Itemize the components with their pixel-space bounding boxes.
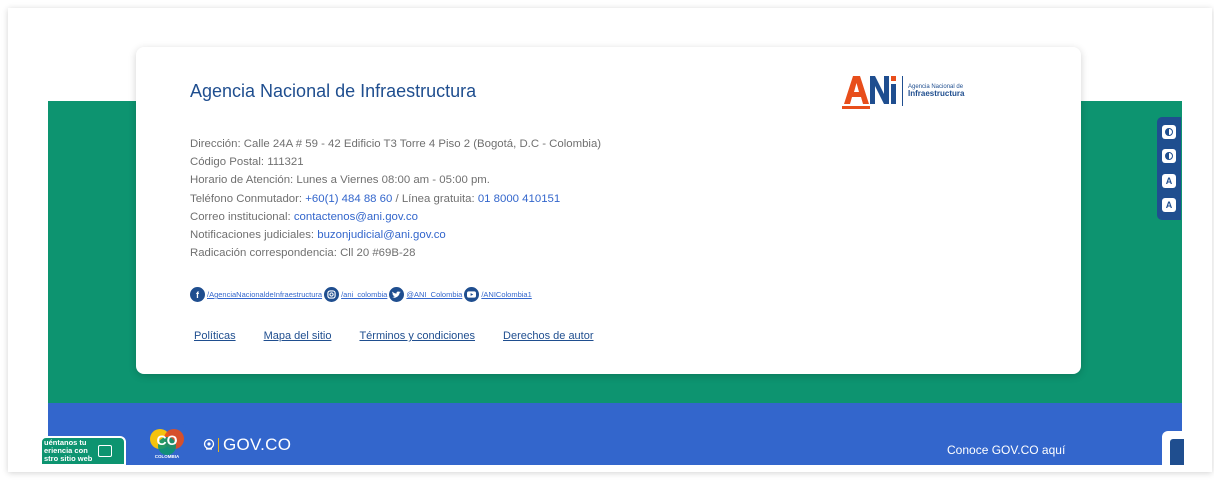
logo-wordmark: Agencia Nacional de Infraestructura — [908, 84, 964, 98]
free-line-label: / Línea gratuita: — [392, 192, 478, 205]
youtube-icon — [464, 287, 480, 302]
free-line-link[interactable]: 01 8000 410151 — [478, 193, 560, 205]
contrast-toggle-button[interactable] — [1162, 125, 1176, 140]
contrast-icon — [1165, 128, 1173, 137]
email-label: Correo institucional: — [190, 210, 294, 223]
accessibility-toolbar: A A — [1157, 117, 1181, 220]
govco-logo[interactable]: GOV.CO — [203, 435, 291, 455]
govco-separator — [218, 438, 219, 452]
govco-shield-icon — [203, 438, 215, 450]
feedback-widget[interactable]: uéntanos tu eriencia con stro sitio web — [40, 436, 126, 466]
facebook-handle: /AgenciaNacionaldeInfraestructura — [207, 290, 323, 299]
feedback-form-icon — [98, 445, 113, 457]
facebook-icon: f — [190, 287, 205, 302]
font-decrease-icon: A — [1165, 175, 1173, 186]
policies-link[interactable]: Políticas — [194, 330, 236, 342]
email-link[interactable]: contactenos@ani.gov.co — [294, 211, 418, 223]
instagram-icon — [324, 287, 340, 302]
logo-divider — [902, 76, 903, 106]
office-hours-text: Horario de Atención: Lunes a Viernes 08:… — [190, 174, 490, 187]
page: Agencia Nacional de Infraestructura Agen… — [0, 0, 1214, 499]
logo-line-2: Infraestructura — [908, 89, 965, 98]
youtube-link[interactable]: /ANIColombia1 — [464, 287, 532, 302]
legal-links: Políticas Mapa del sitio Términos y cond… — [194, 330, 622, 342]
terms-link[interactable]: Términos y condiciones — [359, 330, 475, 342]
card-title: Agencia Nacional de Infraestructura — [190, 81, 477, 101]
twitter-handle: @ANI_Colombia — [406, 290, 463, 299]
co-logo-subtitle: COLOMBIA — [155, 454, 180, 459]
facebook-link[interactable]: f /AgenciaNacionaldeInfraestructura — [190, 287, 322, 302]
font-increase-button[interactable]: A — [1162, 197, 1176, 212]
contact-info: Dirección: Calle 24A # 59 - 42 Edificio … — [190, 135, 601, 262]
instagram-handle: /ani_colombia — [341, 290, 388, 299]
contrast-alt-icon — [1165, 152, 1173, 161]
colombia-co-logo[interactable]: CO COLOMBIA — [148, 424, 186, 462]
ani-logo-mark — [842, 76, 896, 109]
instagram-link[interactable]: /ani_colombia — [324, 287, 387, 302]
sitemap-link[interactable]: Mapa del sitio — [264, 330, 332, 342]
govco-wordmark: GOV.CO — [223, 435, 292, 454]
social-links: f /AgenciaNacionaldeInfraestructura /ani… — [190, 287, 534, 302]
font-increase-icon: A — [1165, 199, 1173, 210]
phone-row: Teléfono Conmutador: +60(1) 484 88 60 / … — [190, 190, 601, 208]
phone-label: Teléfono Conmutador: — [190, 192, 306, 205]
side-expand-icon — [1170, 439, 1184, 465]
judicial-row: Notificaciones judiciales: buzonjudicial… — [190, 226, 601, 244]
judicial-label: Notificaciones judiciales: — [190, 229, 318, 242]
email-row: Correo institucional: contactenos@ani.go… — [190, 208, 601, 226]
ani-logo[interactable]: Agencia Nacional de Infraestructura — [842, 72, 964, 110]
correspondence-text: Radicación correspondencia: Cll 20 #69B-… — [190, 247, 416, 260]
phone-link[interactable]: +60(1) 484 88 60 — [305, 193, 392, 205]
contact-card: Agencia Nacional de Infraestructura Agen… — [136, 47, 1081, 374]
youtube-handle: /ANIColombia1 — [481, 290, 532, 299]
font-decrease-button[interactable]: A — [1162, 173, 1176, 188]
twitter-icon — [389, 287, 405, 302]
co-logo-text: CO — [157, 432, 178, 448]
postal-code-text: Código Postal: 111321 — [190, 156, 304, 169]
conoce-govco-link[interactable]: Conoce GOV.CO aquí — [947, 443, 1065, 457]
copyright-link[interactable]: Derechos de autor — [503, 330, 594, 342]
judicial-email-link[interactable]: buzonjudicial@ani.gov.co — [317, 229, 446, 241]
address-text: Dirección: Calle 24A # 59 - 42 Edificio … — [190, 138, 602, 150]
feedback-text: uéntanos tu eriencia con stro sitio web — [44, 438, 93, 463]
side-expand-button[interactable] — [1162, 431, 1188, 465]
twitter-link[interactable]: @ANI_Colombia — [389, 287, 462, 302]
dark-mode-toggle-button[interactable] — [1162, 149, 1176, 164]
